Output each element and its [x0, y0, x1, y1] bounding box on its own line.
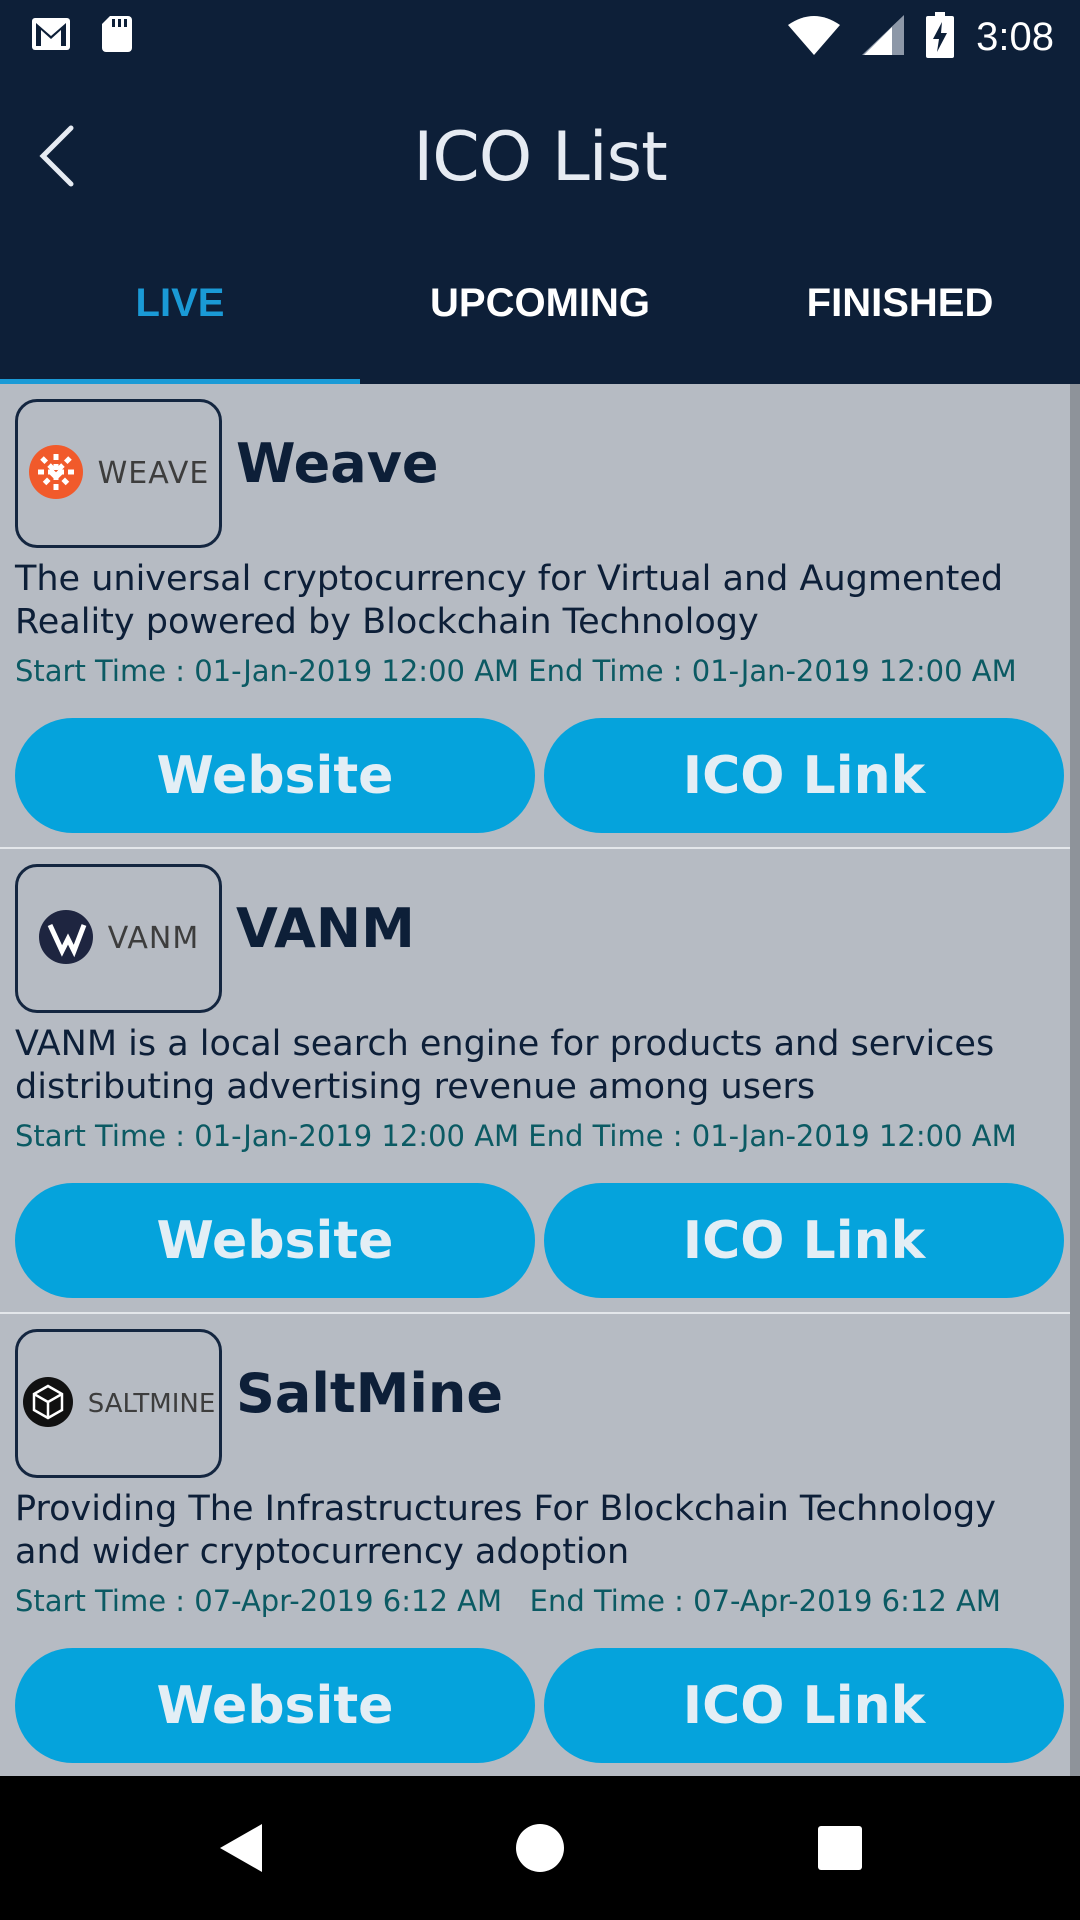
logo-text: VANM	[107, 921, 200, 956]
project-time: Start Time : 01-Jan-2019 12:00 AM End Ti…	[15, 1119, 1017, 1153]
website-button[interactable]: Website	[15, 1183, 535, 1298]
nav-recents-button[interactable]	[810, 1820, 870, 1880]
signal-icon	[862, 15, 905, 59]
project-logo: VANM	[15, 864, 222, 1013]
system-nav-bar	[0, 1776, 1080, 1920]
project-name: VANM	[236, 897, 415, 960]
nav-recents-icon	[817, 1825, 863, 1875]
vanm-logo-icon	[38, 909, 94, 969]
tab-finished[interactable]: FINISHED	[720, 246, 1080, 384]
ico-link-button[interactable]: ICO Link	[544, 1183, 1064, 1298]
tab-upcoming[interactable]: UPCOMING	[360, 246, 720, 384]
ico-link-button[interactable]: ICO Link	[544, 1648, 1064, 1763]
battery-charging-icon	[926, 12, 955, 62]
project-time: Start Time : 07-Apr-2019 6:12 AM End Tim…	[15, 1584, 1001, 1618]
list-item: WEAVE Weave The universal cryptocurrency…	[0, 384, 1070, 849]
tab-bar: LIVE UPCOMING FINISHED	[0, 246, 1080, 384]
website-button[interactable]: Website	[15, 718, 535, 833]
nav-home-icon	[514, 1822, 566, 1878]
weave-logo-icon	[28, 444, 84, 504]
status-time: 3:08	[976, 14, 1054, 59]
project-description: Providing The Infrastructures For Blockc…	[15, 1489, 996, 1572]
nav-back-button[interactable]	[210, 1820, 270, 1880]
app-bar: ICO List	[0, 76, 1080, 246]
scrollbar[interactable]	[1070, 384, 1080, 1776]
project-logo: WEAVE	[15, 399, 222, 548]
nav-home-button[interactable]	[510, 1820, 570, 1880]
project-time: Start Time : 01-Jan-2019 12:00 AM End Ti…	[15, 654, 1017, 688]
website-button[interactable]: Website	[15, 1648, 535, 1763]
page-title: ICO List	[413, 118, 668, 197]
status-bar: 3:08	[0, 0, 1080, 76]
sd-card-icon	[102, 16, 132, 56]
saltmine-logo-icon	[22, 1376, 74, 1432]
gmail-icon	[30, 16, 72, 56]
tab-live[interactable]: LIVE	[0, 246, 360, 384]
logo-text: SALTMINE	[87, 1388, 216, 1419]
project-description: The universal cryptocurrency for Virtual…	[15, 559, 1004, 642]
list-item: SALTMINE SaltMine Providing The Infrastr…	[0, 1314, 1070, 1776]
wifi-icon	[788, 15, 841, 59]
list-item: VANM VANM VANM is a local search engine …	[0, 849, 1070, 1314]
logo-text: WEAVE	[97, 456, 210, 491]
ico-link-button[interactable]: ICO Link	[544, 718, 1064, 833]
project-description: VANM is a local search engine for produc…	[15, 1024, 995, 1107]
project-name: SaltMine	[236, 1362, 503, 1425]
project-name: Weave	[236, 432, 439, 495]
project-logo: SALTMINE	[15, 1329, 222, 1478]
ico-list[interactable]: WEAVE Weave The universal cryptocurrency…	[0, 384, 1080, 1776]
nav-back-icon	[216, 1822, 264, 1878]
